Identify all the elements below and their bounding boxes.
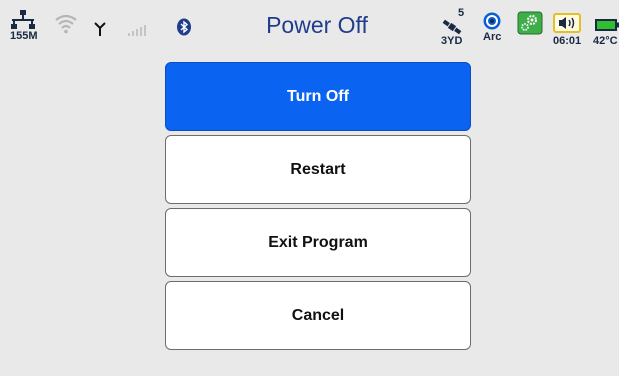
battery-icon — [595, 18, 619, 31]
network-speed-label: 155M — [10, 30, 38, 42]
time-label: 06:01 — [553, 35, 582, 47]
speaker-icon[interactable] — [553, 13, 581, 33]
nav-mode-icon — [483, 12, 501, 30]
page-title: Power Off — [266, 12, 368, 38]
bluetooth-icon — [176, 18, 192, 36]
exit-program-button[interactable]: Exit Program — [165, 208, 471, 277]
settings-gear-icon[interactable] — [517, 11, 543, 35]
turn-off-button[interactable]: Turn Off — [165, 62, 471, 131]
nav-mode-label: Arc — [483, 31, 502, 43]
signal-bars-icon — [128, 23, 152, 36]
cancel-label: Cancel — [291, 306, 345, 324]
fix-mode-label: 3YD — [441, 35, 463, 47]
antenna-icon — [94, 22, 106, 36]
restart-label: Restart — [290, 160, 346, 178]
satellite-icon — [441, 18, 463, 36]
power-menu: Turn Off Restart Exit Program Cancel — [165, 62, 471, 354]
turn-off-label: Turn Off — [287, 87, 349, 105]
cancel-button[interactable]: Cancel — [165, 281, 471, 350]
restart-button[interactable]: Restart — [165, 135, 471, 204]
status-bar: 155M Power Off 5 3YD Arc 06:01 42°C — [0, 0, 619, 52]
exit-program-label: Exit Program — [268, 233, 368, 251]
ethernet-icon — [10, 10, 36, 30]
temperature-label: 42°C — [593, 35, 618, 47]
wifi-icon — [55, 14, 77, 34]
